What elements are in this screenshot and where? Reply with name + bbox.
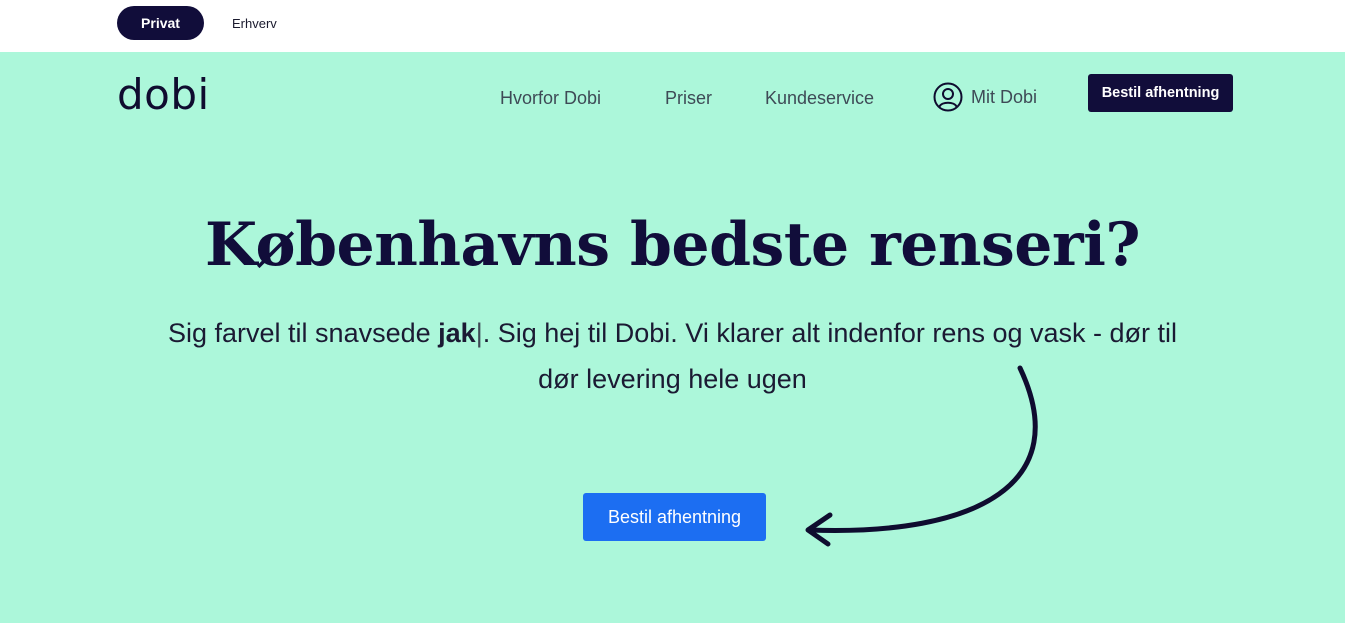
nav-my-dobi-link[interactable]: Mit Dobi [933,82,1037,112]
typed-word: jak [438,318,476,348]
hero-section: dobi Hvorfor Dobi Priser Kundeservice Mi… [0,52,1345,623]
hero-headline: Københavns bedste renseri? [204,210,1141,280]
header-order-pickup-button[interactable]: Bestil afhentning [1088,74,1233,112]
segment-private-button[interactable]: Privat [117,6,204,40]
curved-arrow-icon [805,365,1038,547]
top-bar: Privat Erhverv [0,0,1345,52]
nav-customer-service-link[interactable]: Kundeservice [765,88,874,109]
typing-caret: | [475,318,483,348]
hero-order-pickup-button[interactable]: Bestil afhentning [583,493,766,541]
nav-prices-link[interactable]: Priser [665,88,712,109]
nav-my-dobi-label: Mit Dobi [971,86,1038,107]
logo[interactable]: dobi [117,74,210,116]
nav-why-dobi-link[interactable]: Hvorfor Dobi [500,88,601,109]
user-circle-icon [933,82,963,112]
segment-business-button[interactable]: Erhverv [232,6,277,40]
subtitle-text-start: Sig farvel til snavsede [168,318,439,348]
